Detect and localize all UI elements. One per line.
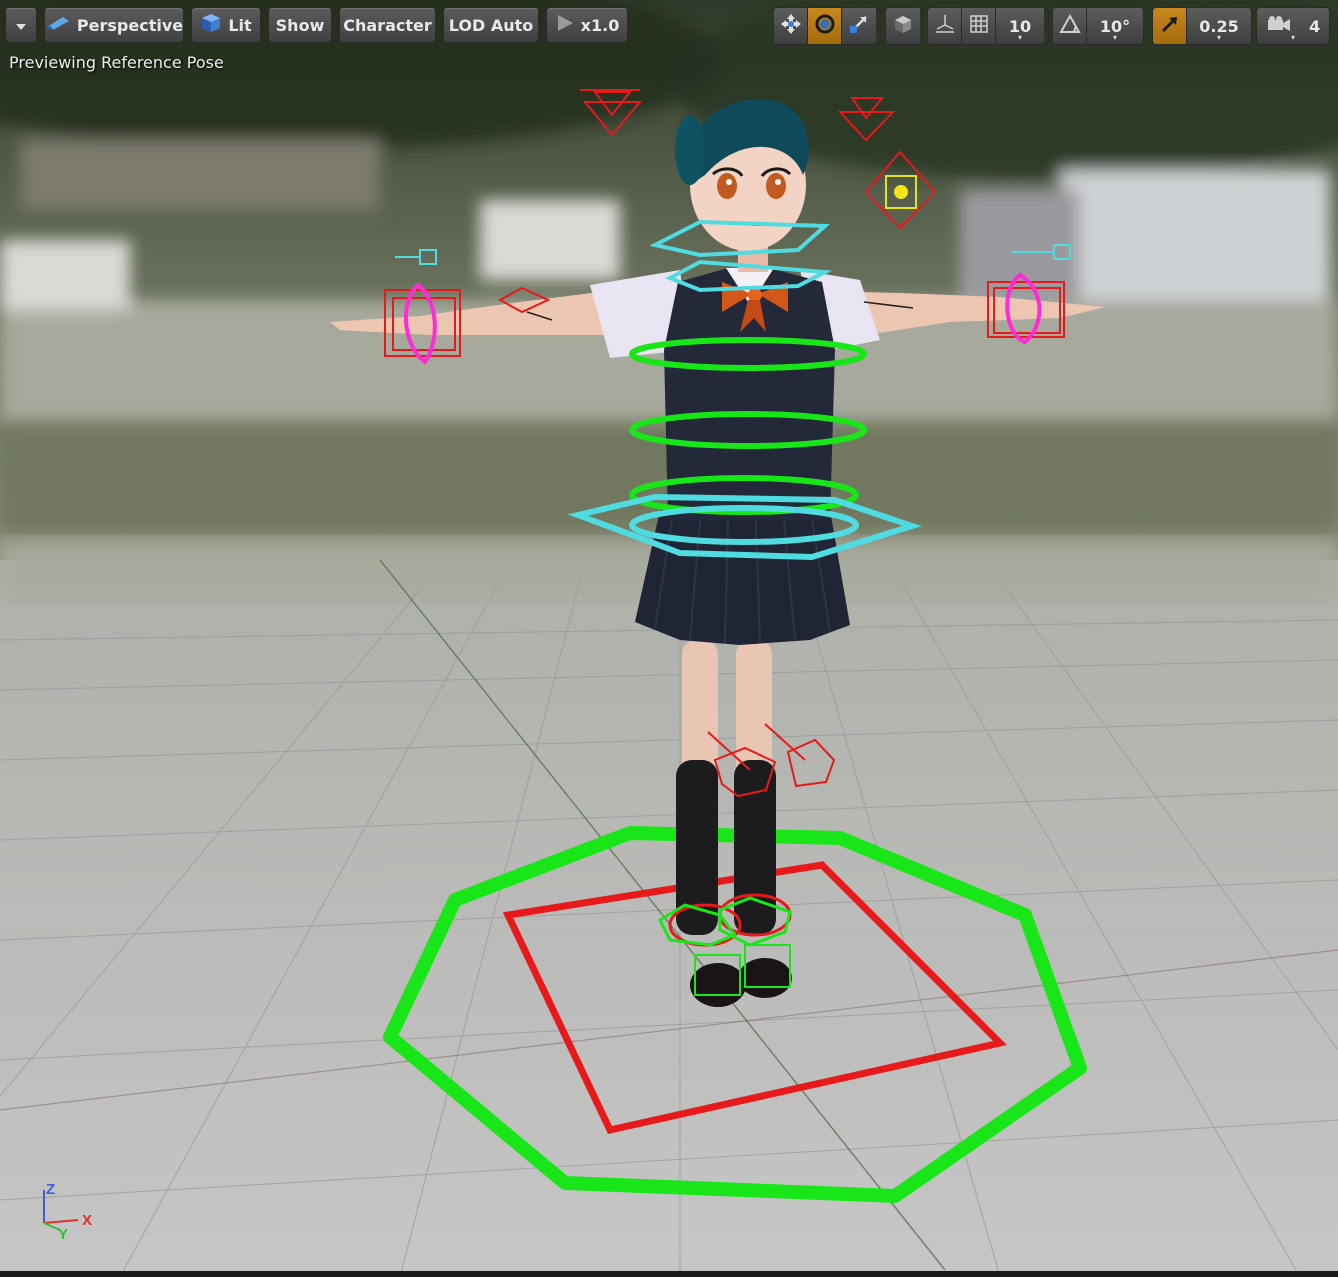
lod-button[interactable]: LOD Auto bbox=[443, 7, 539, 43]
grid-icon bbox=[969, 14, 989, 38]
play-icon bbox=[555, 13, 575, 37]
perspective-icon bbox=[45, 15, 71, 35]
scale-arrow-icon bbox=[1159, 13, 1181, 39]
grid-snap-toggle[interactable] bbox=[962, 8, 996, 44]
surface-snap-icon bbox=[934, 13, 956, 39]
viewport-status-text: Previewing Reference Pose bbox=[9, 53, 224, 72]
rotate-mode-button[interactable] bbox=[808, 8, 842, 44]
show-button[interactable]: Show bbox=[268, 7, 332, 43]
perspective-button[interactable]: Perspective bbox=[44, 7, 184, 43]
camera-speed-group: 4 ▾ bbox=[1256, 7, 1330, 45]
floor-plane bbox=[0, 560, 1338, 1277]
transform-mode-group bbox=[773, 7, 881, 45]
lit-cube-icon bbox=[200, 12, 222, 38]
coordinate-space-button[interactable] bbox=[886, 8, 920, 44]
rotate-icon bbox=[814, 13, 836, 39]
view-mode-button[interactable]: Lit bbox=[191, 7, 261, 43]
perspective-label: Perspective bbox=[76, 15, 184, 35]
scale-snap-value-dropdown[interactable]: 0.25 ▾ bbox=[1187, 8, 1251, 44]
lit-label: Lit bbox=[228, 15, 252, 35]
surface-snap-button[interactable] bbox=[928, 8, 962, 44]
rotation-snap-group: 10° ▾ bbox=[1052, 7, 1144, 45]
look-at-control[interactable] bbox=[894, 185, 908, 199]
caret-down-icon: ▾ bbox=[1112, 33, 1118, 42]
viewport-options-menu[interactable] bbox=[5, 7, 37, 43]
character-label: Character bbox=[343, 15, 432, 35]
caret-down-icon: ▾ bbox=[1290, 33, 1296, 42]
caret-down-icon: ▾ bbox=[1216, 33, 1222, 42]
grid-snap-group: 10 ▾ bbox=[927, 7, 1049, 45]
local-cube-icon bbox=[893, 14, 913, 38]
viewport-scene bbox=[0, 0, 1338, 1277]
playback-speed-button[interactable]: x1.0 bbox=[546, 7, 628, 43]
show-label: Show bbox=[275, 15, 325, 35]
coordinate-space-group bbox=[885, 7, 923, 45]
viewport-bottom-border bbox=[0, 1271, 1338, 1277]
animation-viewport[interactable]: Perspective Lit Show Character LOD Auto … bbox=[0, 0, 1338, 1277]
scale-snap-toggle[interactable] bbox=[1153, 8, 1187, 44]
axis-y-label: Y bbox=[58, 1226, 69, 1243]
rotation-snap-toggle[interactable] bbox=[1053, 8, 1087, 44]
camera-speed-button[interactable]: 4 ▾ bbox=[1257, 8, 1329, 44]
character-button[interactable]: Character bbox=[339, 7, 436, 43]
scale-snap-group: 0.25 ▾ bbox=[1152, 7, 1252, 45]
angle-icon bbox=[1058, 13, 1081, 39]
grid-snap-value-dropdown[interactable]: 10 ▾ bbox=[996, 8, 1044, 44]
axis-indicator: Z X Y bbox=[38, 1180, 108, 1250]
axis-x-label: X bbox=[82, 1212, 93, 1229]
camera-icon bbox=[1266, 15, 1292, 37]
rotation-snap-value-dropdown[interactable]: 10° ▾ bbox=[1087, 8, 1143, 44]
caret-down-icon: ▾ bbox=[1017, 33, 1023, 42]
translate-mode-button[interactable] bbox=[774, 8, 808, 44]
lod-label: LOD Auto bbox=[448, 15, 534, 35]
move-arrows-icon bbox=[780, 13, 802, 39]
scale-mode-button[interactable] bbox=[842, 8, 876, 44]
scale-icon bbox=[848, 13, 870, 39]
chevron-down-icon bbox=[15, 16, 27, 35]
axis-z-label: Z bbox=[46, 1181, 56, 1198]
camera-speed-value: 4 bbox=[1309, 16, 1321, 36]
playback-speed-label: x1.0 bbox=[580, 15, 620, 35]
